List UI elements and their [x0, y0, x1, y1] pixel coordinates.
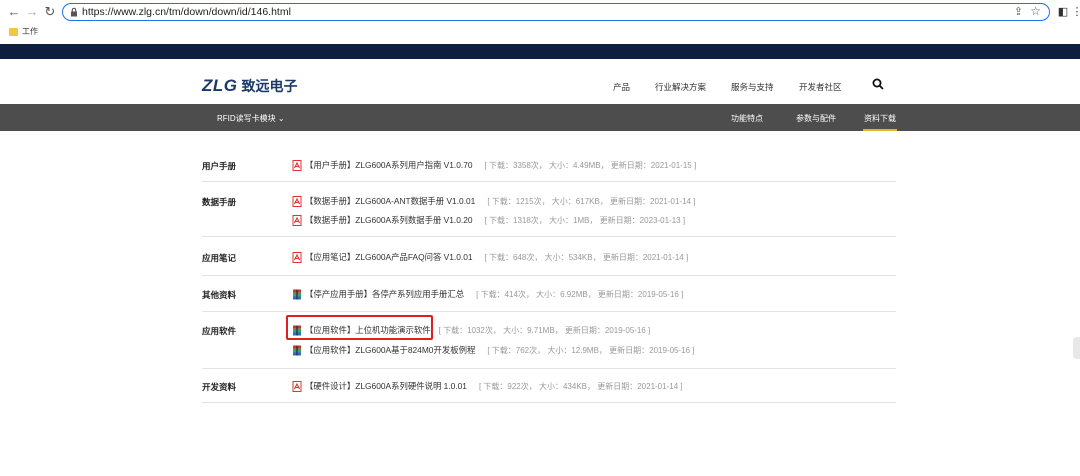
item-title[interactable]: 【用户手册】ZLG600A系列用户指南 V1.0.70 — [305, 159, 473, 171]
nav-solutions[interactable]: 行业解决方案 — [655, 81, 706, 93]
site-logo[interactable]: ZLG 致远电子 — [202, 76, 298, 96]
section-user-manual: 用户手册 【用户手册】ZLG600A系列用户指南 V1.0.70 [ 下载：33… — [202, 151, 896, 182]
back-icon[interactable]: ← — [6, 4, 22, 20]
bookmark-star-icon[interactable]: ☆ — [1030, 4, 1041, 18]
section-dev: 开发资料 【硬件设计】ZLG600A系列硬件说明 1.0.01 [ 下载：922… — [202, 369, 896, 403]
section-other: 其他资料 【停产应用手册】各停产系列应用手册汇总 [ 下载：414次， 大小：6… — [202, 276, 896, 312]
tab-downloads[interactable]: 资料下载 — [864, 113, 896, 124]
nav-community[interactable]: 开发者社区 — [799, 81, 842, 93]
tab-features[interactable]: 功能特点 — [731, 113, 763, 124]
item-title[interactable]: 【应用软件】ZLG600A基于824M0开发板例程 — [305, 344, 475, 356]
category-label: 用户手册 — [202, 161, 237, 171]
item-meta: [ 下载：414次， 大小：6.92MB， 更新日期：2019-05-16 ] — [476, 289, 684, 299]
download-item[interactable]: 【用户手册】ZLG600A系列用户指南 V1.0.70 [ 下载：3358次， … — [292, 158, 696, 172]
bookmark-label: 工作 — [22, 27, 38, 36]
site-header: ZLG 致远电子 产品 行业解决方案 服务与支持 开发者社区 — [0, 59, 1080, 104]
lock-icon — [71, 7, 77, 17]
item-title[interactable]: 【数据手册】ZLG600A-ANT数据手册 V1.0.01 — [305, 195, 475, 207]
item-meta: [ 下载：1318次， 大小：1MB， 更新日期：2023-01-13 ] — [484, 215, 686, 225]
reload-icon[interactable]: ↻ — [42, 4, 58, 20]
download-item[interactable]: 【数据手册】ZLG600A-ANT数据手册 V1.0.01 [ 下载：1215次… — [292, 194, 695, 208]
download-item[interactable]: 【停产应用手册】各停产系列应用手册汇总 [ 下载：414次， 大小：6.92MB… — [292, 287, 683, 301]
archive-icon — [293, 345, 301, 355]
category-label: 开发资料 — [202, 382, 237, 392]
category-label: 数据手册 — [202, 197, 237, 207]
share-icon[interactable]: ⇪ — [1014, 5, 1023, 18]
active-tab-indicator — [863, 129, 897, 131]
site-top-strip — [0, 44, 1080, 59]
address-bar[interactable]: https://www.zlg.cn/tm/down/down/id/146.h… — [62, 3, 1050, 21]
item-meta: [ 下载：1215次， 大小：617KB， 更新日期：2021-01-14 ] — [487, 196, 696, 206]
side-scroll-tab[interactable] — [1073, 337, 1080, 359]
category-label: 应用笔记 — [202, 253, 237, 263]
pdf-icon — [292, 251, 302, 263]
item-meta: [ 下载：1032次， 大小：9.71MB， 更新日期：2019-05-16 ] — [438, 325, 651, 335]
section-datasheet: 数据手册 【数据手册】ZLG600A-ANT数据手册 V1.0.01 [ 下载：… — [202, 182, 896, 237]
item-title[interactable]: 【数据手册】ZLG600A系列数据手册 V1.0.20 — [305, 214, 473, 226]
archive-icon — [293, 289, 301, 299]
bookmarks-bar: 工作 — [0, 24, 1080, 40]
item-meta: [ 下载：762次， 大小：12.9MB， 更新日期：2019-05-16 ] — [487, 345, 695, 355]
pdf-icon — [292, 380, 302, 392]
browser-toolbar: ← → ↻ https://www.zlg.cn/tm/down/down/id… — [0, 0, 1080, 24]
folder-icon — [9, 27, 18, 36]
nav-products[interactable]: 产品 — [613, 81, 630, 93]
download-item[interactable]: 【应用软件】ZLG600A基于824M0开发板例程 [ 下载：762次， 大小：… — [292, 343, 695, 357]
item-title[interactable]: 【应用笔记】ZLG600A产品FAQ问答 V1.0.01 — [305, 251, 473, 263]
nav-service[interactable]: 服务与支持 — [731, 81, 774, 93]
download-item[interactable]: 【应用笔记】ZLG600A产品FAQ问答 V1.0.01 [ 下载：648次， … — [292, 250, 688, 264]
item-title[interactable]: 【硬件设计】ZLG600A系列硬件说明 1.0.01 — [305, 380, 467, 392]
pdf-icon — [292, 214, 302, 226]
logo-cn-text: 致远电子 — [241, 78, 298, 94]
item-meta: [ 下载：648次， 大小：534KB， 更新日期：2021-01-14 ] — [484, 252, 689, 262]
menu-icon[interactable]: ⋮ — [1070, 5, 1080, 19]
pdf-icon — [292, 195, 302, 207]
item-meta: [ 下载：3358次， 大小：4.49MB， 更新日期：2021-01-15 ] — [484, 160, 697, 170]
product-dropdown[interactable]: RFID读写卡模块 ⌄ — [217, 113, 285, 124]
bookmark-folder-work[interactable]: 工作 — [9, 26, 38, 37]
url-text[interactable]: https://www.zlg.cn/tm/down/down/id/146.h… — [82, 6, 291, 18]
pdf-icon — [292, 159, 302, 171]
product-subnav: RFID读写卡模块 ⌄ 功能特点 参数与配件 资料下载 — [0, 104, 1080, 131]
download-item[interactable]: 【数据手册】ZLG600A系列数据手册 V1.0.20 [ 下载：1318次， … — [292, 213, 685, 227]
sidepanel-icon[interactable]: ◧ — [1056, 5, 1070, 19]
download-item[interactable]: 【硬件设计】ZLG600A系列硬件说明 1.0.01 [ 下载：922次， 大小… — [292, 379, 683, 393]
forward-icon[interactable]: → — [24, 4, 40, 20]
logo-text: ZLG — [202, 76, 238, 95]
item-meta: [ 下载：922次， 大小：434KB， 更新日期：2021-01-14 ] — [478, 381, 683, 391]
tab-params[interactable]: 参数与配件 — [796, 113, 836, 124]
highlight-box — [286, 315, 433, 340]
item-title[interactable]: 【停产应用手册】各停产系列应用手册汇总 — [305, 288, 464, 300]
category-label: 其他资料 — [202, 290, 237, 300]
search-icon[interactable] — [872, 78, 884, 90]
category-label: 应用软件 — [202, 326, 237, 336]
section-app-notes: 应用笔记 【应用笔记】ZLG600A产品FAQ问答 V1.0.01 [ 下载：6… — [202, 237, 896, 276]
